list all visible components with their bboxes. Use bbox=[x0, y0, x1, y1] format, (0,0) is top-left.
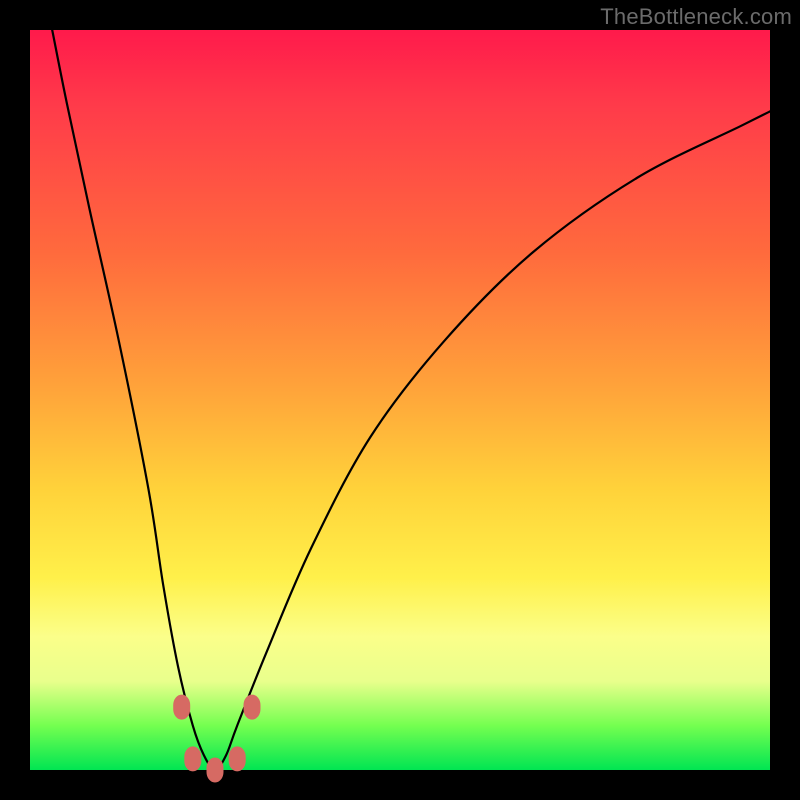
valley-marker bbox=[244, 695, 260, 719]
bottleneck-curve bbox=[52, 30, 770, 770]
chart-frame: TheBottleneck.com bbox=[0, 0, 800, 800]
valley-markers bbox=[174, 695, 260, 782]
valley-marker bbox=[185, 747, 201, 771]
valley-marker bbox=[229, 747, 245, 771]
plot-area bbox=[30, 30, 770, 770]
watermark-text: TheBottleneck.com bbox=[600, 4, 792, 30]
valley-marker bbox=[174, 695, 190, 719]
curve-layer bbox=[30, 30, 770, 770]
valley-marker bbox=[207, 758, 223, 782]
